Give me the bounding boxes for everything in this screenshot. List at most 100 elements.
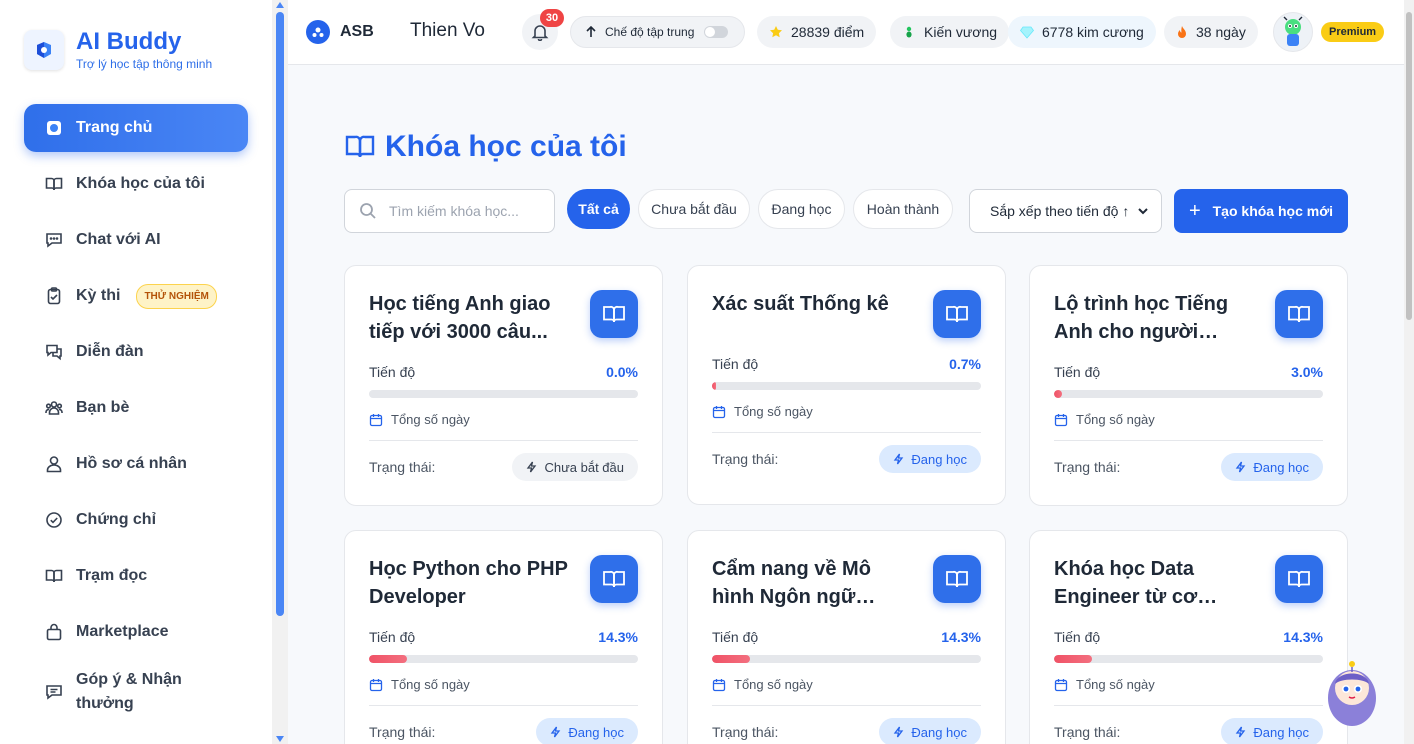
chat-icon [44, 230, 64, 250]
book-icon [44, 174, 64, 194]
progress-label: Tiến độ [1054, 629, 1101, 645]
org-switcher[interactable]: ASB [306, 20, 374, 44]
notification-count-badge: 30 [540, 9, 564, 27]
page-title: Khóa học của tôi [345, 130, 627, 164]
sidebar-item-label: Bạn bè [76, 399, 130, 416]
scroll-down-arrow-icon[interactable] [276, 736, 284, 742]
brand-logo-icon [24, 29, 64, 70]
total-days: Tổng số ngày [369, 412, 470, 427]
status-badge: Đang học [879, 718, 981, 744]
status-text: Đang học [568, 724, 624, 740]
sort-select[interactable]: Sắp xếp theo tiến độ ↑ [969, 189, 1162, 233]
assistant-mascot[interactable] [1322, 658, 1382, 728]
clipboard-check-icon [44, 286, 64, 306]
diamonds-pill[interactable]: 6778 kim cương [1008, 16, 1156, 48]
users-icon [44, 398, 64, 418]
progress-bar [712, 655, 981, 663]
sidebar-item-marketplace[interactable]: Marketplace [24, 608, 248, 656]
course-book-icon [1275, 290, 1323, 338]
course-title[interactable]: Học Python cho PHP Developer [369, 555, 569, 611]
course-card[interactable]: Học tiếng Anh giao tiếp với 3000 câu... T… [344, 265, 663, 506]
bolt-icon [526, 461, 537, 473]
sort-select-value: Sắp xếp theo tiến độ ↑ [990, 203, 1130, 219]
points-pill[interactable]: 28839 điểm [757, 16, 877, 48]
search-input[interactable] [389, 203, 539, 219]
main-scrollbar-thumb[interactable] [1406, 12, 1412, 320]
notification-button[interactable]: 30 [522, 9, 564, 50]
main-scrollbar[interactable] [1404, 0, 1414, 744]
course-title[interactable]: Xác suất Thống kê [712, 290, 912, 318]
sidebar-item-home[interactable]: Trang chủ [24, 104, 248, 152]
sidebar: AI Buddy Trợ lý học tập thông minh Trang… [0, 0, 272, 744]
status-label: Trạng thái: [369, 459, 436, 475]
course-card[interactable]: Học Python cho PHP Developer Tiến độ 14.3%… [344, 530, 663, 744]
status-label: Trạng thái: [712, 451, 779, 467]
focus-mode-switch[interactable] [704, 26, 729, 38]
sidebar-item-label: Góp ý & Nhận thưởng [76, 671, 182, 712]
course-card[interactable]: Xác suất Thống kê Tiến độ 0.7% Tổng số ngày… [687, 265, 1006, 505]
brand-title: AI Buddy [76, 28, 182, 55]
total-days: Tổng số ngày [1054, 677, 1155, 692]
total-days-label: Tổng số ngày [391, 677, 470, 692]
status-badge: Đang học [536, 718, 638, 744]
card-divider [369, 705, 638, 706]
sidebar-item-label: Diễn đàn [76, 343, 144, 360]
sidebar-item-exams[interactable]: Kỳ thi THỬ NGHIỆM [24, 272, 248, 320]
card-divider [712, 705, 981, 706]
sidebar-item-label: Kỳ thi [76, 287, 121, 304]
progress-bar [369, 655, 638, 663]
status-label: Trạng thái: [1054, 724, 1121, 740]
sidebar-item-feedback[interactable]: Góp ý & Nhận thưởng [24, 664, 248, 720]
rank-pill[interactable]: Kiến vương [890, 16, 1010, 48]
course-title[interactable]: Lộ trình học Tiếng Anh cho người mất... [1054, 290, 1254, 346]
brand-subtitle: Trợ lý học tập thông minh [76, 57, 213, 71]
calendar-icon [1054, 678, 1068, 692]
create-course-button[interactable]: + Tạo khóa học mới [1174, 189, 1348, 233]
course-book-icon [933, 290, 981, 338]
filter-completed[interactable]: Hoàn thành [853, 189, 953, 229]
sidebar-item-forum[interactable]: Diễn đàn [24, 328, 248, 376]
calendar-icon [369, 413, 383, 427]
scroll-up-arrow-icon[interactable] [276, 2, 284, 8]
progress-bar-fill [712, 382, 717, 390]
book-open-icon [44, 566, 64, 586]
bolt-icon [1235, 726, 1246, 738]
sidebar-scrollbar-thumb[interactable] [276, 12, 284, 616]
sidebar-item-my-courses[interactable]: Khóa học của tôi [24, 160, 248, 208]
focus-mode-toggle[interactable]: Chế độ tập trung [570, 16, 745, 48]
sidebar-item-chat[interactable]: Chat với AI [24, 216, 248, 264]
progress-value: 0.0% [606, 364, 638, 380]
sidebar-item-reading[interactable]: Trạm đọc [24, 552, 248, 600]
card-divider [1054, 440, 1323, 441]
course-title[interactable]: Khóa học Data Engineer từ cơ bản... [1054, 555, 1254, 611]
avatar[interactable] [1273, 12, 1313, 52]
progress-value: 3.0% [1291, 364, 1323, 380]
course-card[interactable]: Lộ trình học Tiếng Anh cho người mất... T… [1029, 265, 1348, 506]
book-icon [345, 134, 375, 160]
status-text: Chưa bắt đầu [544, 459, 624, 475]
course-card[interactable]: Cẩm nang về Mô hình Ngôn ngữ Lớn... Tiến … [687, 530, 1006, 744]
bolt-icon [1235, 461, 1246, 473]
course-title[interactable]: Học tiếng Anh giao tiếp với 3000 câu... [369, 290, 569, 346]
filter-all[interactable]: Tất cả [567, 189, 630, 229]
progress-label: Tiến độ [712, 356, 759, 372]
total-days: Tổng số ngày [712, 677, 813, 692]
filter-not-started[interactable]: Chưa bắt đầu [638, 189, 750, 229]
sidebar-item-friends[interactable]: Bạn bè [24, 384, 248, 432]
progress-value: 14.3% [598, 629, 638, 645]
course-title[interactable]: Cẩm nang về Mô hình Ngôn ngữ Lớn... [712, 555, 912, 611]
sidebar-item-label: Chat với AI [76, 231, 161, 248]
filter-learning[interactable]: Đang học [758, 189, 845, 229]
sidebar-item-profile[interactable]: Hồ sơ cá nhân [24, 440, 248, 488]
sidebar-item-label: Khóa học của tôi [76, 175, 205, 192]
brand[interactable]: AI Buddy Trợ lý học tập thông minh [24, 28, 212, 71]
sidebar-item-certificates[interactable]: Chứng chỉ [24, 496, 248, 544]
calendar-icon [369, 678, 383, 692]
streak-pill[interactable]: 38 ngày [1164, 16, 1258, 48]
course-book-icon [1275, 555, 1323, 603]
progress-bar-fill [1054, 390, 1063, 398]
total-days-label: Tổng số ngày [1076, 412, 1155, 427]
search-box[interactable] [344, 189, 555, 233]
course-card[interactable]: Khóa học Data Engineer từ cơ bản... Tiến … [1029, 530, 1348, 744]
sidebar-scrollbar[interactable] [272, 0, 288, 744]
